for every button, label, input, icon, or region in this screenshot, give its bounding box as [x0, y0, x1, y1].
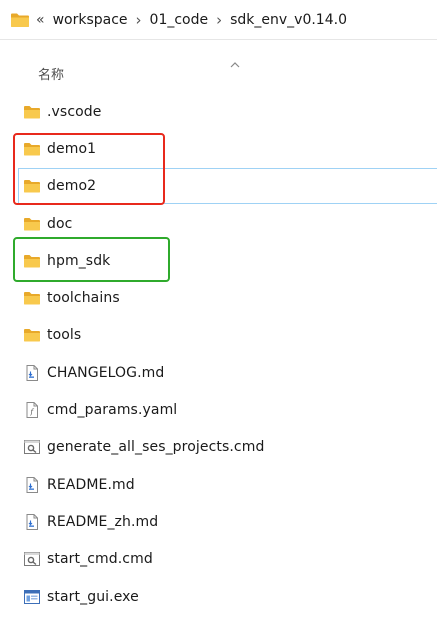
file-explorer-window: « workspace › 01_code › sdk_env_v0.14.0 … [0, 0, 437, 625]
text-file-icon: f [23, 401, 41, 419]
list-item[interactable]: toolchains [0, 279, 437, 316]
list-item[interactable]: start_cmd.cmd [0, 541, 437, 578]
script-file-icon [23, 550, 41, 568]
folder-icon [23, 252, 41, 270]
list-item[interactable]: hpm_sdk [0, 242, 437, 279]
file-name: README.md [47, 476, 135, 493]
list-item[interactable]: CHANGELOG.md [0, 354, 437, 391]
breadcrumb-separator[interactable]: › [128, 11, 150, 29]
markdown-file-icon [23, 364, 41, 382]
folder-icon [23, 215, 41, 233]
file-name: README_zh.md [47, 513, 159, 530]
folder-icon [23, 177, 41, 195]
folder-icon [23, 103, 41, 121]
script-file-icon [23, 438, 41, 456]
folder-icon [23, 326, 41, 344]
list-item[interactable]: demo2 [0, 168, 437, 205]
file-name: demo1 [47, 140, 97, 157]
list-item[interactable]: README.md [0, 466, 437, 503]
file-name: cmd_params.yaml [47, 402, 178, 419]
chevron-up-icon[interactable] [230, 54, 240, 68]
file-name: demo2 [47, 178, 97, 195]
list-item[interactable]: f cmd_params.yaml [0, 391, 437, 428]
file-name: CHANGELOG.md [47, 364, 165, 381]
breadcrumb-workspace[interactable]: workspace [53, 12, 128, 28]
file-name: start_gui.exe [47, 588, 139, 605]
name-column-header[interactable]: 名称 [38, 64, 64, 83]
folder-icon [23, 289, 41, 307]
column-header: 名称 [0, 40, 437, 90]
list-item[interactable]: demo1 [0, 130, 437, 167]
folder-icon [10, 10, 30, 30]
breadcrumb-01-code[interactable]: 01_code [150, 12, 209, 28]
breadcrumb-separator[interactable]: › [208, 11, 230, 29]
file-name: .vscode [47, 103, 102, 120]
file-name: hpm_sdk [47, 252, 111, 269]
markdown-file-icon [23, 476, 41, 494]
breadcrumb-overflow-button[interactable]: « [36, 12, 45, 28]
file-name: doc [47, 215, 73, 232]
markdown-file-icon [23, 513, 41, 531]
list-item[interactable]: tools [0, 317, 437, 354]
file-list: .vscode demo1 demo2 doc hpm_sdk toolchai… [0, 93, 437, 615]
address-bar[interactable]: « workspace › 01_code › sdk_env_v0.14.0 [0, 0, 437, 40]
list-item[interactable]: README_zh.md [0, 503, 437, 540]
list-item[interactable]: start_gui.exe [0, 578, 437, 615]
file-name: generate_all_ses_projects.cmd [47, 439, 265, 456]
file-name: start_cmd.cmd [47, 551, 153, 568]
list-item[interactable]: .vscode [0, 93, 437, 130]
list-item[interactable]: doc [0, 205, 437, 242]
file-name: tools [47, 327, 82, 344]
exe-file-icon [23, 588, 41, 606]
breadcrumb-sdk-env[interactable]: sdk_env_v0.14.0 [230, 12, 347, 28]
file-name: toolchains [47, 290, 120, 307]
folder-icon [23, 140, 41, 158]
list-item[interactable]: generate_all_ses_projects.cmd [0, 429, 437, 466]
